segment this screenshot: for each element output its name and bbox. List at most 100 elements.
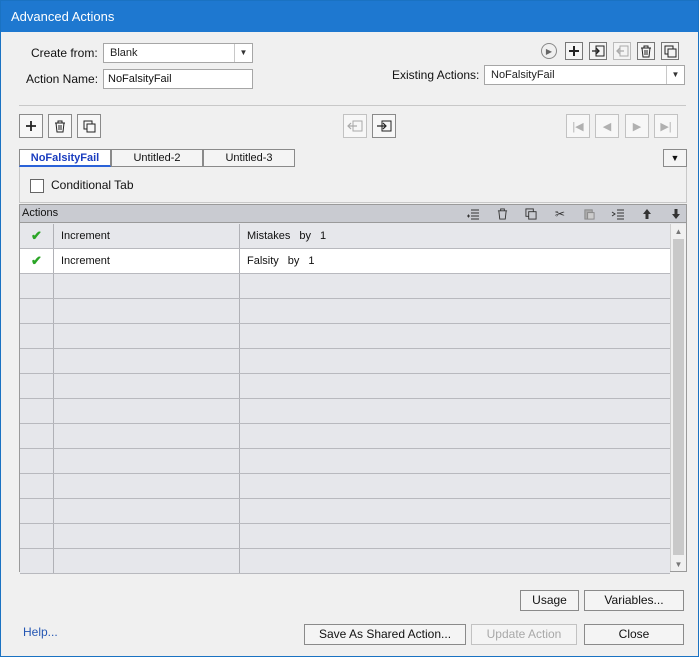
row-status-cell [20,499,54,523]
cut-icon[interactable]: ✂ [552,206,568,222]
usage-button[interactable]: Usage [520,590,579,611]
row-target-cell[interactable] [240,324,670,348]
import-icon[interactable] [589,42,607,60]
row-target-cell[interactable] [240,399,670,423]
row-target-cell[interactable] [240,299,670,323]
help-link[interactable]: Help... [23,625,58,639]
row-target-cell[interactable] [240,449,670,473]
trash-icon[interactable] [637,42,655,60]
row-action-cell[interactable] [54,549,240,573]
row-target-cell[interactable] [240,374,670,398]
row-action-cell[interactable] [54,524,240,548]
update-action-button[interactable]: Update Action [471,624,577,645]
create-from-label: Create from: [31,46,98,60]
table-row[interactable] [20,274,670,299]
row-status-cell [20,449,54,473]
variables-button[interactable]: Variables... [584,590,684,611]
tab-untitled-3[interactable]: Untitled-3 [203,149,295,167]
row-by: by [287,255,300,267]
conditional-tab-checkbox[interactable] [30,179,44,193]
preview-play-icon[interactable]: ▶ [541,43,557,59]
delete-tab-button[interactable] [48,114,72,138]
row-action-cell[interactable] [54,374,240,398]
table-row[interactable]: ✔ Increment Falsity by 1 [20,249,670,274]
table-row[interactable] [20,424,670,449]
add-tab-button[interactable] [19,114,43,138]
divider [19,105,686,106]
scroll-down-icon[interactable]: ▼ [671,557,686,571]
last-icon[interactable]: ▶| [654,114,678,138]
row-action-cell[interactable] [54,424,240,448]
action-name-label: Action Name: [26,72,99,86]
table-row[interactable] [20,449,670,474]
table-row[interactable] [20,524,670,549]
tab-untitled-2[interactable]: Untitled-2 [111,149,203,167]
table-row[interactable] [20,349,670,374]
actions-grid: Actions ✂ ✔ Increment Mistakes by 1 ✔ In… [19,204,687,574]
create-from-dropdown[interactable]: Blank ▼ [103,43,253,63]
row-action-cell[interactable] [54,274,240,298]
arrow-down-icon[interactable] [668,206,684,222]
row-action-cell[interactable] [54,324,240,348]
row-target-cell[interactable] [240,524,670,548]
row-action-cell[interactable] [54,299,240,323]
row-target-cell[interactable] [240,424,670,448]
save-as-shared-action-button[interactable]: Save As Shared Action... [304,624,466,645]
indent-icon[interactable] [610,206,626,222]
duplicate-icon[interactable] [661,42,679,60]
table-row[interactable] [20,399,670,424]
row-target-cell[interactable] [240,549,670,573]
table-row[interactable] [20,324,670,349]
previous-icon[interactable]: ◀ [595,114,619,138]
row-action-cell[interactable] [54,349,240,373]
row-by: by [299,230,312,242]
scroll-up-icon[interactable]: ▲ [671,224,686,238]
row-target-cell[interactable] [240,499,670,523]
table-row[interactable]: ✔ Increment Mistakes by 1 [20,224,670,249]
paste-icon[interactable] [581,206,597,222]
row-action-cell[interactable]: Increment [54,249,240,273]
table-row[interactable] [20,299,670,324]
duplicate-tab-button[interactable] [77,114,101,138]
row-target-cell[interactable] [240,349,670,373]
trash-icon[interactable] [494,206,510,222]
row-status-cell [20,524,54,548]
chevron-down-icon: ▼ [234,44,252,62]
conditional-panel: Conditional Tab [19,167,687,203]
row-action-cell[interactable] [54,499,240,523]
vertical-scrollbar[interactable]: ▲ ▼ [670,224,686,571]
arrow-up-icon[interactable] [639,206,655,222]
table-row[interactable] [20,499,670,524]
tab-nofalsityfail[interactable]: NoFalsityFail [19,149,111,167]
move-left-icon[interactable] [343,114,367,138]
row-target-cell[interactable] [240,274,670,298]
row-status-cell [20,374,54,398]
add-action-icon[interactable] [565,42,583,60]
action-name-input[interactable] [103,69,253,89]
row-status-cell [20,274,54,298]
row-status-cell [20,399,54,423]
insert-row-icon[interactable] [465,206,481,222]
export-icon[interactable] [613,42,631,60]
row-target-cell[interactable]: Mistakes by 1 [240,224,670,248]
table-row[interactable] [20,549,670,574]
first-icon[interactable]: |◀ [566,114,590,138]
row-status-cell [20,299,54,323]
row-action-cell[interactable] [54,474,240,498]
chevron-down-icon: ▼ [666,66,684,84]
table-row[interactable] [20,474,670,499]
copy-icon[interactable] [523,206,539,222]
scroll-thumb[interactable] [673,239,684,555]
row-action-cell[interactable] [54,399,240,423]
row-target-cell[interactable]: Falsity by 1 [240,249,670,273]
table-row[interactable] [20,374,670,399]
close-button[interactable]: Close [584,624,684,645]
existing-actions-dropdown[interactable]: NoFalsityFail ▼ [484,65,685,85]
next-icon[interactable]: ▶ [625,114,649,138]
tab-menu-button[interactable]: ▼ [663,149,687,167]
row-action-cell[interactable]: Increment [54,224,240,248]
row-action-cell[interactable] [54,449,240,473]
row-status-cell [20,424,54,448]
move-right-icon[interactable] [372,114,396,138]
row-target-cell[interactable] [240,474,670,498]
